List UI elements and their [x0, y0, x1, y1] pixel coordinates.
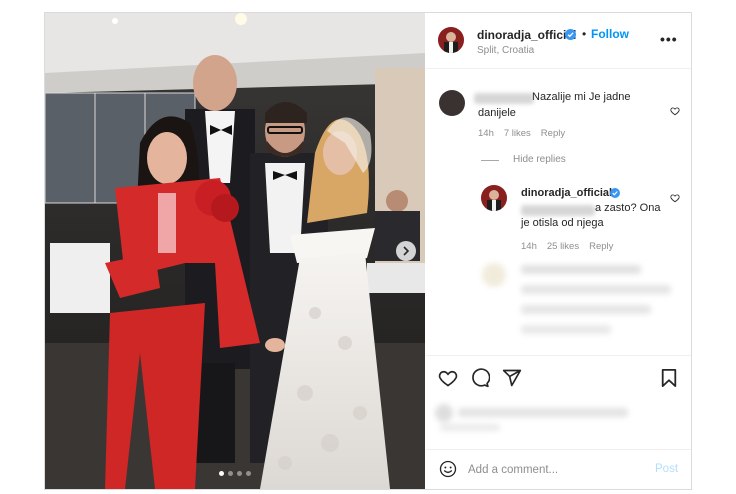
- reply-author-username[interactable]: dinoradja_official: [521, 187, 612, 199]
- reply-time: 14h: [521, 241, 537, 252]
- comment-reply-button[interactable]: Reply: [541, 128, 565, 139]
- comment-time: 14h: [478, 128, 494, 139]
- save-icon[interactable]: [660, 368, 678, 388]
- avatar-image: [438, 27, 464, 53]
- add-comment-bar: Post: [426, 449, 691, 489]
- carousel-dot-active: [219, 471, 224, 476]
- author-username[interactable]: dinoradja_official: [477, 28, 576, 42]
- hide-replies-button[interactable]: Hide replies: [513, 154, 566, 165]
- post-photo[interactable]: [45, 13, 425, 489]
- follow-separator: •: [582, 27, 587, 41]
- next-photo-button[interactable]: [396, 241, 416, 261]
- emoji-icon[interactable]: [439, 460, 457, 478]
- reply-meta: 14h 25 likes Reply: [521, 241, 613, 252]
- post-comment-button[interactable]: Post: [655, 463, 678, 475]
- commenter-avatar[interactable]: [439, 90, 465, 116]
- blurred-comment: [482, 263, 671, 334]
- instagram-post: dinoradja_official • Follow Split, Croat…: [44, 12, 692, 490]
- avatar-image: [481, 185, 507, 211]
- reply-heart-icon[interactable]: [670, 193, 680, 203]
- reply-author-avatar[interactable]: [481, 185, 507, 211]
- share-icon[interactable]: [502, 368, 522, 388]
- author-avatar[interactable]: [438, 27, 464, 53]
- reply-text: a zasto? Ona je otisla od njega: [521, 202, 661, 229]
- carousel-indicator: [219, 471, 251, 476]
- carousel-dot: [237, 471, 242, 476]
- follow-button[interactable]: Follow: [591, 27, 629, 41]
- post-side-panel: dinoradja_official • Follow Split, Croat…: [426, 13, 691, 489]
- carousel-dot: [246, 471, 251, 476]
- blurred-likes: [435, 404, 628, 431]
- chevron-right-icon: [403, 246, 410, 256]
- post-header: dinoradja_official • Follow Split, Croat…: [426, 13, 691, 69]
- wedding-photo-illustration: [45, 13, 425, 489]
- reply-reply-button[interactable]: Reply: [589, 241, 613, 252]
- comment-meta: 14h 7 likes Reply: [478, 128, 565, 139]
- carousel-dot: [228, 471, 233, 476]
- verified-badge-icon: [565, 29, 576, 40]
- post-actions-bar: [426, 355, 691, 401]
- comment-text: Nazalije mi Je jadne danijele: [478, 91, 631, 119]
- comment-heart-icon[interactable]: [670, 106, 680, 116]
- verified-badge-icon: [610, 188, 620, 198]
- post-location[interactable]: Split, Croatia: [477, 45, 534, 56]
- comment-likes[interactable]: 7 likes: [504, 128, 531, 139]
- replies-divider: [481, 160, 499, 161]
- more-options-icon[interactable]: •••: [660, 31, 678, 47]
- add-comment-input[interactable]: [468, 461, 638, 479]
- reply-likes[interactable]: 25 likes: [547, 241, 579, 252]
- comment-icon[interactable]: [470, 368, 490, 388]
- heart-icon[interactable]: [438, 368, 458, 388]
